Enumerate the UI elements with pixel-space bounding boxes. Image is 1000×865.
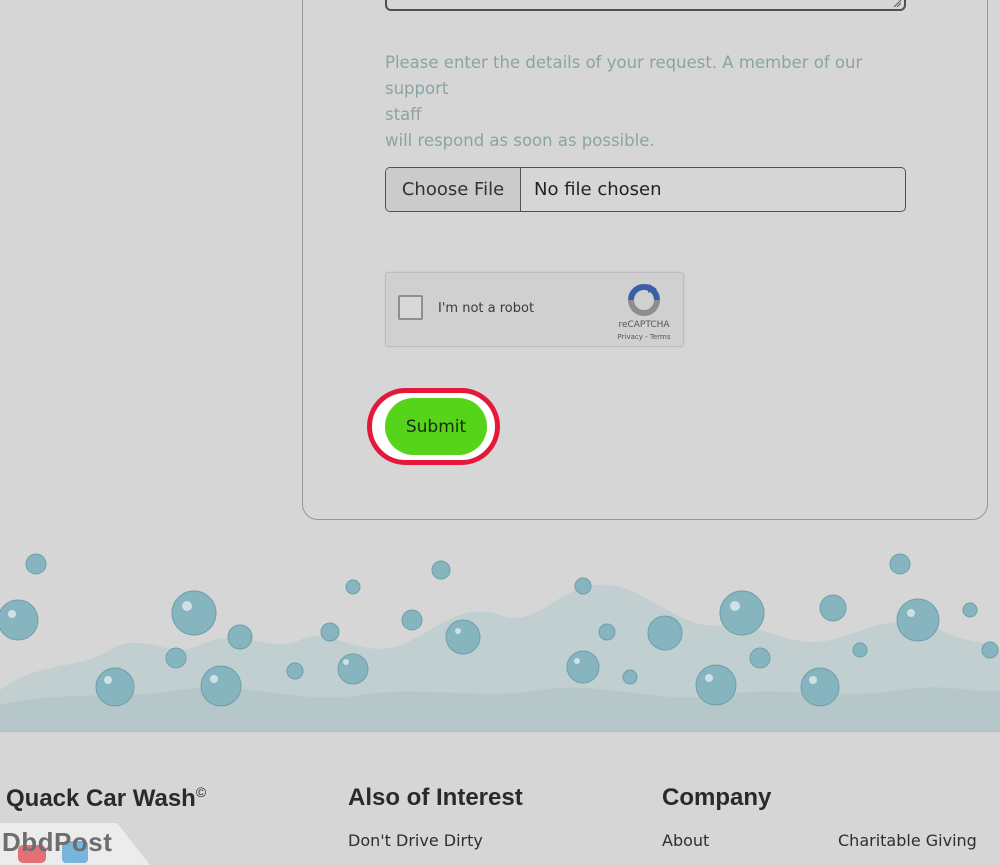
submit-button[interactable]: Submit (385, 398, 487, 455)
soap-bubbles-decoration (0, 553, 1000, 732)
footer-divider (0, 731, 1000, 732)
recaptcha-brand: reCAPTCHA (618, 320, 670, 330)
recaptcha-label: I'm not a robot (438, 301, 535, 316)
recaptcha-checkbox[interactable] (398, 295, 423, 320)
footer-heading-company: Company (662, 784, 772, 811)
file-upload-field[interactable]: Choose File No file chosen (385, 167, 906, 212)
footer-brand-name: Quack Car Wash (6, 785, 196, 812)
recaptcha-logo-icon (628, 284, 660, 316)
recaptcha-widget: I'm not a robot reCAPTCHA Privacy - Term… (385, 272, 684, 347)
request-help-text: Please enter the details of your request… (385, 50, 915, 154)
resize-grip-icon[interactable] (893, 0, 901, 7)
footer-heading-interest: Also of Interest (348, 784, 523, 811)
footer-link-dont-drive-dirty[interactable]: Don't Drive Dirty (348, 831, 483, 850)
help-line: Please enter the details of your request… (385, 53, 863, 98)
file-status-text: No file chosen (534, 179, 662, 200)
help-line: staff (385, 105, 422, 124)
recaptcha-privacy-terms[interactable]: Privacy - Terms (611, 333, 677, 341)
watermark-text: DbdPost (2, 827, 113, 857)
footer-link-about[interactable]: About (662, 831, 709, 850)
request-details-textarea[interactable] (385, 0, 906, 11)
footer-brand: Quack Car Wash© (6, 784, 206, 813)
help-line: will respond as soon as possible. (385, 131, 655, 150)
choose-file-button[interactable]: Choose File (386, 168, 521, 211)
copyright-mark: © (195, 784, 207, 800)
footer-link-charitable-giving[interactable]: Charitable Giving (838, 831, 977, 850)
